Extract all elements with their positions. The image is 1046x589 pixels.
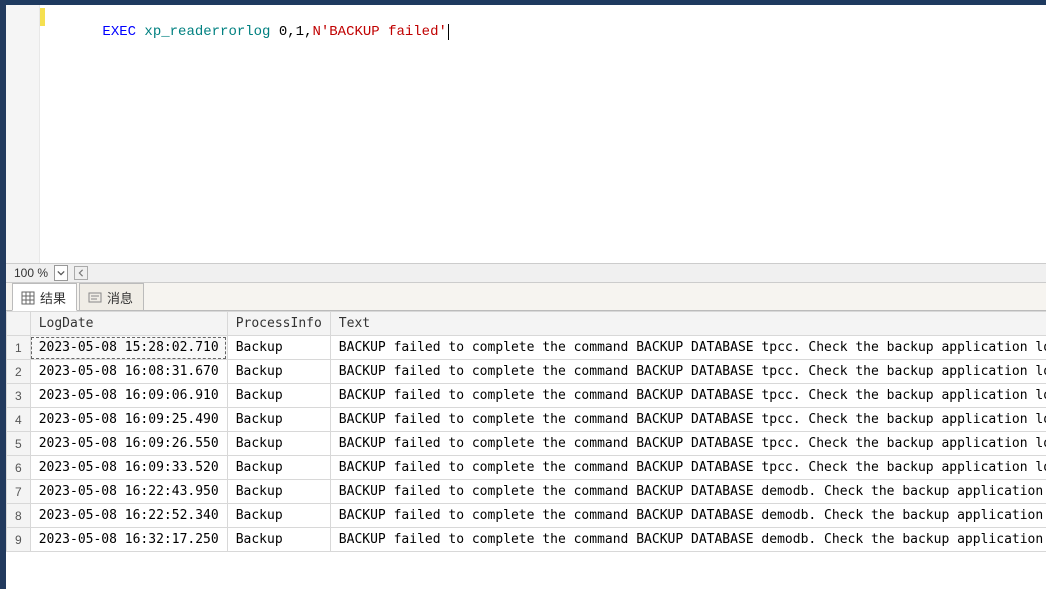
- chevron-left-icon: [77, 269, 85, 277]
- cell-text[interactable]: BACKUP failed to complete the command BA…: [330, 384, 1046, 408]
- results-grid-container[interactable]: LogDate ProcessInfo Text 12023-05-08 15:…: [6, 311, 1046, 589]
- sql-args: 0,1,: [279, 24, 313, 40]
- cell-text[interactable]: BACKUP failed to complete the command BA…: [330, 336, 1046, 360]
- table-row[interactable]: 32023-05-08 16:09:06.910BackupBACKUP fai…: [7, 384, 1046, 408]
- text-cursor: [448, 24, 449, 40]
- cell-processinfo[interactable]: Backup: [227, 384, 330, 408]
- cell-logdate[interactable]: 2023-05-08 16:22:43.950: [30, 480, 227, 504]
- row-number[interactable]: 1: [7, 336, 31, 360]
- cell-text[interactable]: BACKUP failed to complete the command BA…: [330, 360, 1046, 384]
- cell-logdate[interactable]: 2023-05-08 16:09:25.490: [30, 408, 227, 432]
- table-row[interactable]: 42023-05-08 16:09:25.490BackupBACKUP fai…: [7, 408, 1046, 432]
- cell-processinfo[interactable]: Backup: [227, 480, 330, 504]
- row-number[interactable]: 3: [7, 384, 31, 408]
- sql-string: N'BACKUP failed': [312, 24, 446, 40]
- cell-processinfo[interactable]: Backup: [227, 432, 330, 456]
- row-number[interactable]: 9: [7, 528, 31, 552]
- cell-logdate[interactable]: 2023-05-08 15:28:02.710: [30, 336, 227, 360]
- sql-editor[interactable]: EXEC xp_readerrorlog 0,1,N'BACKUP failed…: [6, 5, 1046, 263]
- row-number[interactable]: 7: [7, 480, 31, 504]
- col-header-processinfo[interactable]: ProcessInfo: [227, 312, 330, 336]
- row-number[interactable]: 5: [7, 432, 31, 456]
- cell-logdate[interactable]: 2023-05-08 16:09:33.520: [30, 456, 227, 480]
- row-number[interactable]: 8: [7, 504, 31, 528]
- cell-processinfo[interactable]: Backup: [227, 336, 330, 360]
- cell-text[interactable]: BACKUP failed to complete the command BA…: [330, 480, 1046, 504]
- col-header-logdate[interactable]: LogDate: [30, 312, 227, 336]
- tab-results[interactable]: 结果: [12, 283, 77, 311]
- table-row[interactable]: 52023-05-08 16:09:26.550BackupBACKUP fai…: [7, 432, 1046, 456]
- cell-text[interactable]: BACKUP failed to complete the command BA…: [330, 456, 1046, 480]
- cell-logdate[interactable]: 2023-05-08 16:08:31.670: [30, 360, 227, 384]
- table-row[interactable]: 22023-05-08 16:08:31.670BackupBACKUP fai…: [7, 360, 1046, 384]
- col-header-text[interactable]: Text: [330, 312, 1046, 336]
- zoom-dropdown[interactable]: [54, 265, 68, 281]
- row-number[interactable]: 2: [7, 360, 31, 384]
- results-table[interactable]: LogDate ProcessInfo Text 12023-05-08 15:…: [6, 311, 1046, 552]
- table-row[interactable]: 62023-05-08 16:09:33.520BackupBACKUP fai…: [7, 456, 1046, 480]
- zoom-level: 100 %: [6, 266, 54, 280]
- chevron-down-icon: [57, 269, 65, 277]
- cell-logdate[interactable]: 2023-05-08 16:09:26.550: [30, 432, 227, 456]
- table-row[interactable]: 12023-05-08 15:28:02.710BackupBACKUP fai…: [7, 336, 1046, 360]
- cell-logdate[interactable]: 2023-05-08 16:09:06.910: [30, 384, 227, 408]
- tab-messages[interactable]: 消息: [79, 283, 144, 311]
- cell-processinfo[interactable]: Backup: [227, 360, 330, 384]
- messages-icon: [88, 291, 102, 305]
- editor-line-1[interactable]: EXEC xp_readerrorlog 0,1,N'BACKUP failed…: [52, 8, 449, 56]
- cell-processinfo[interactable]: Backup: [227, 528, 330, 552]
- row-number[interactable]: 6: [7, 456, 31, 480]
- grid-icon: [21, 291, 35, 305]
- sql-keyword: EXEC: [102, 24, 136, 40]
- rownum-header[interactable]: [7, 312, 31, 336]
- table-row[interactable]: 92023-05-08 16:32:17.250BackupBACKUP fai…: [7, 528, 1046, 552]
- sql-procname: xp_readerrorlog: [136, 24, 279, 40]
- cell-processinfo[interactable]: Backup: [227, 504, 330, 528]
- cell-processinfo[interactable]: Backup: [227, 408, 330, 432]
- editor-gutter: [6, 5, 40, 263]
- change-marker: [40, 8, 45, 26]
- table-row[interactable]: 72023-05-08 16:22:43.950BackupBACKUP fai…: [7, 480, 1046, 504]
- row-number[interactable]: 4: [7, 408, 31, 432]
- zoom-bar: 100 %: [6, 263, 1046, 283]
- cell-logdate[interactable]: 2023-05-08 16:32:17.250: [30, 528, 227, 552]
- cell-text[interactable]: BACKUP failed to complete the command BA…: [330, 528, 1046, 552]
- cell-processinfo[interactable]: Backup: [227, 456, 330, 480]
- tab-results-label: 结果: [40, 288, 66, 307]
- horizontal-scrollbar[interactable]: [88, 266, 1046, 280]
- tab-messages-label: 消息: [107, 288, 133, 307]
- results-tab-bar: 结果 消息: [6, 283, 1046, 311]
- cell-text[interactable]: BACKUP failed to complete the command BA…: [330, 432, 1046, 456]
- cell-logdate[interactable]: 2023-05-08 16:22:52.340: [30, 504, 227, 528]
- cell-text[interactable]: BACKUP failed to complete the command BA…: [330, 504, 1046, 528]
- cell-text[interactable]: BACKUP failed to complete the command BA…: [330, 408, 1046, 432]
- table-row[interactable]: 82023-05-08 16:22:52.340BackupBACKUP fai…: [7, 504, 1046, 528]
- hscroll-left-button[interactable]: [74, 266, 88, 280]
